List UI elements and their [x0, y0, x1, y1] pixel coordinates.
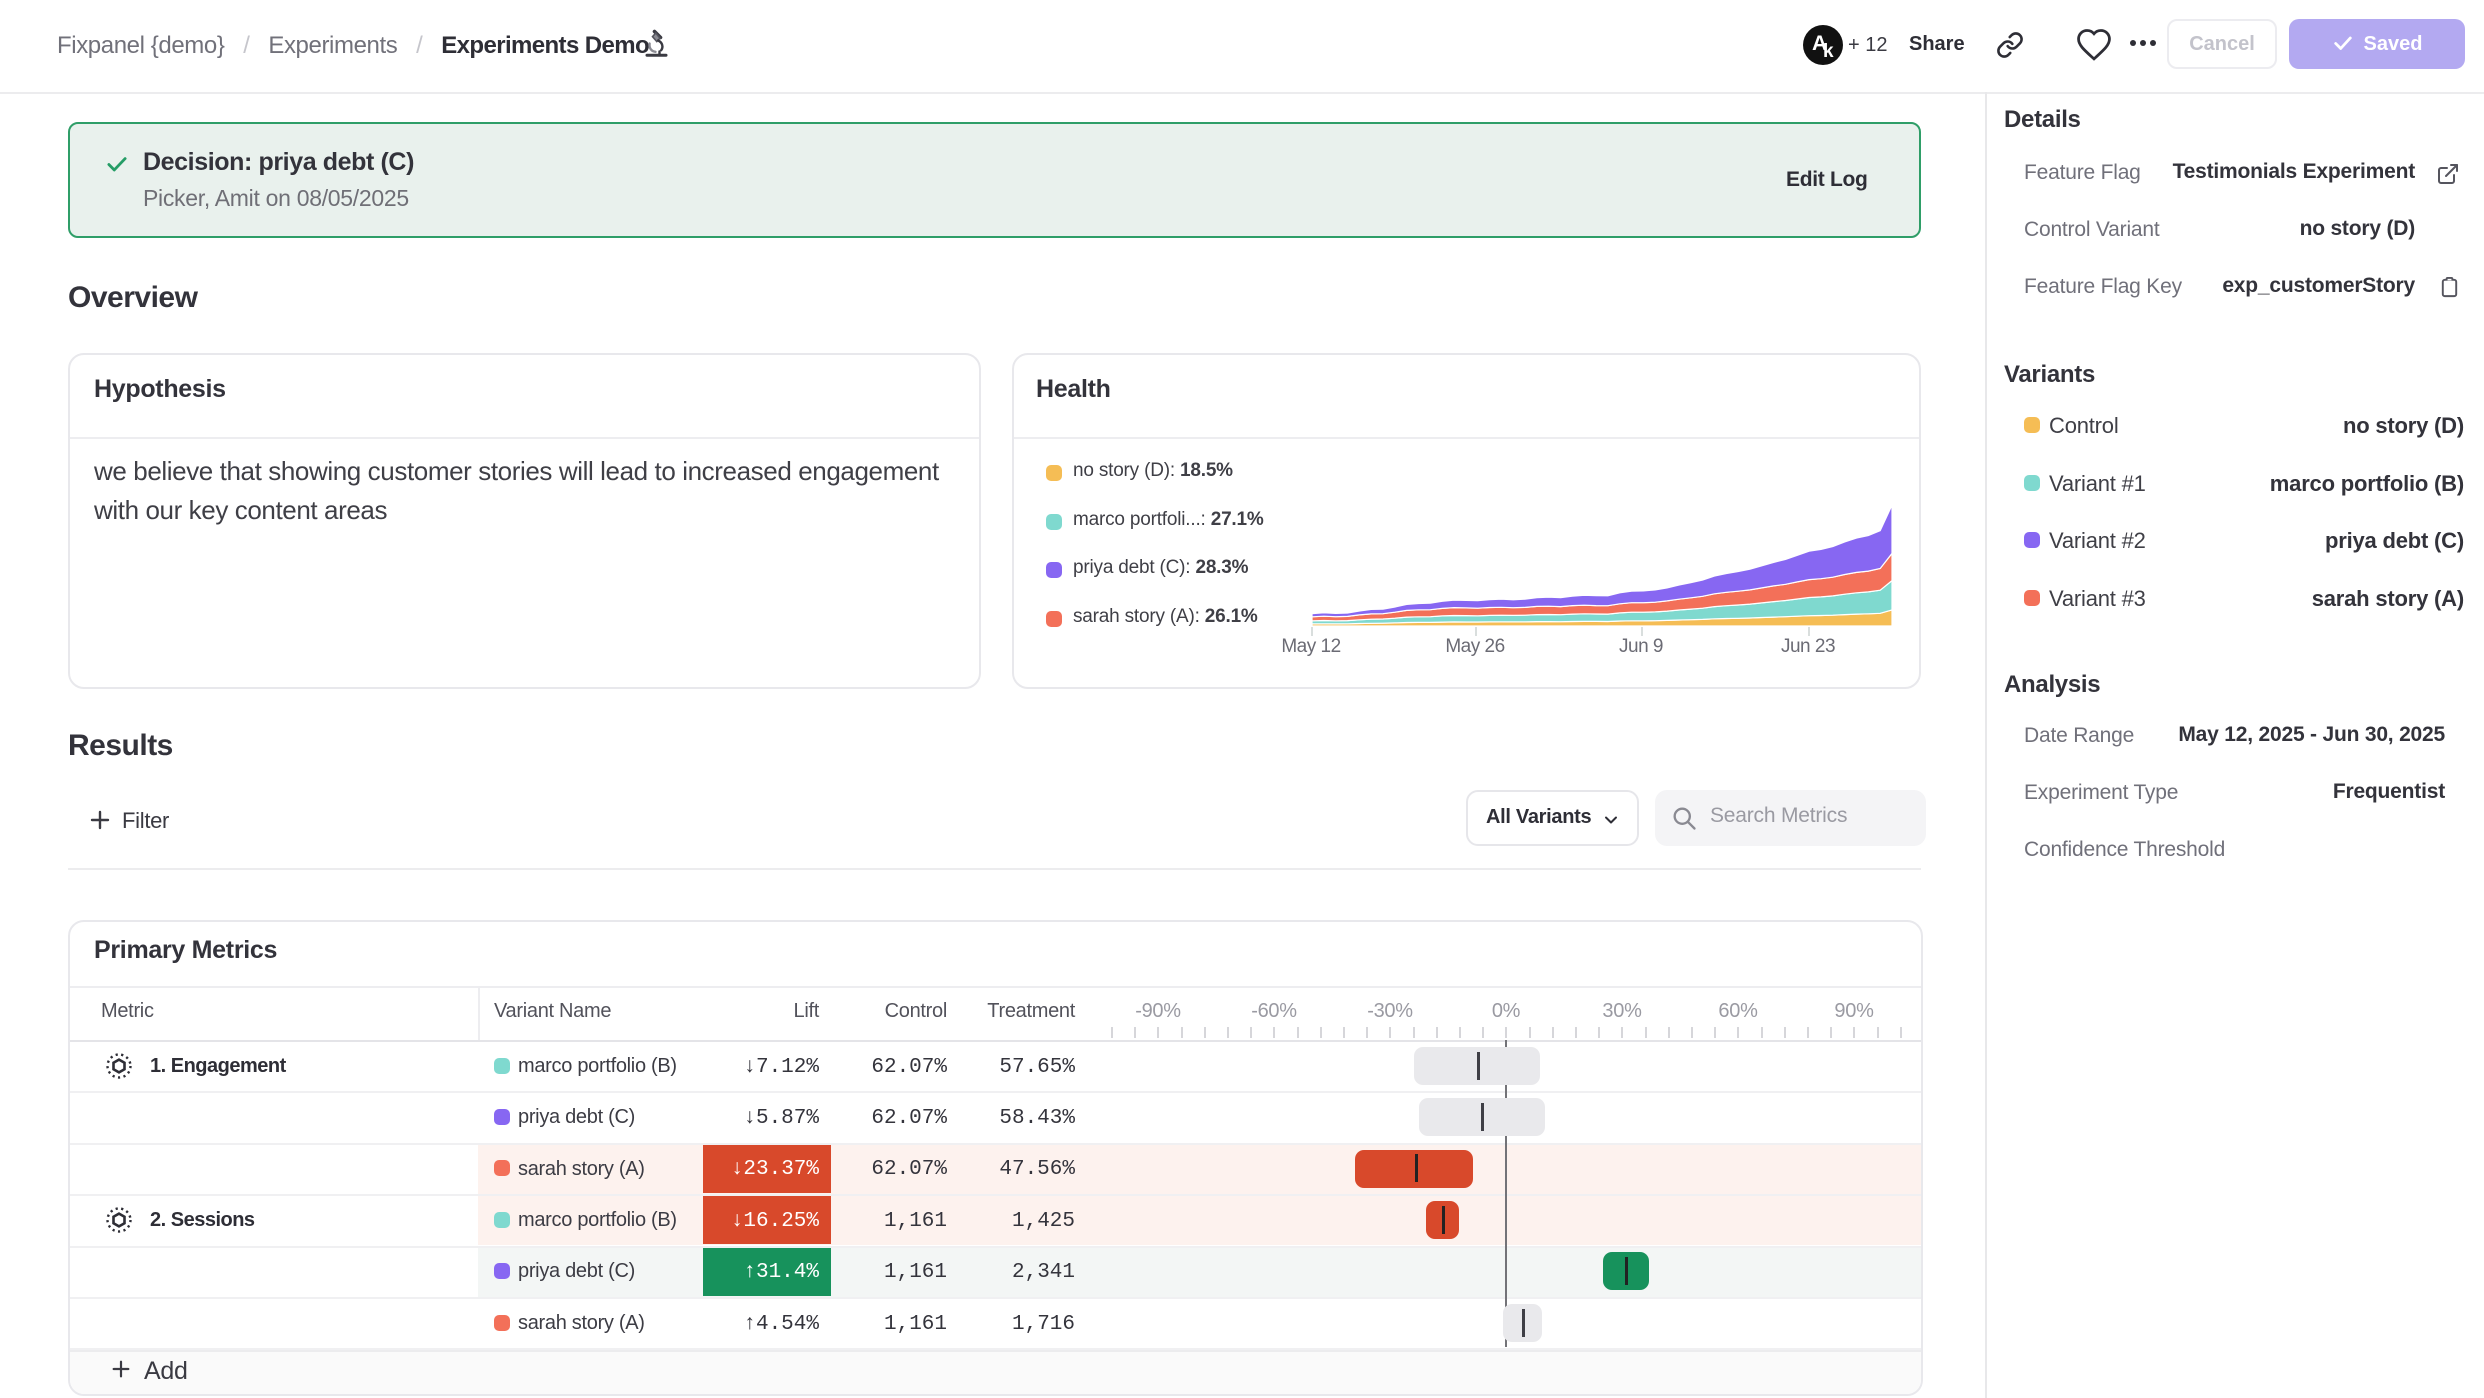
- svg-text:k: k: [1823, 41, 1834, 62]
